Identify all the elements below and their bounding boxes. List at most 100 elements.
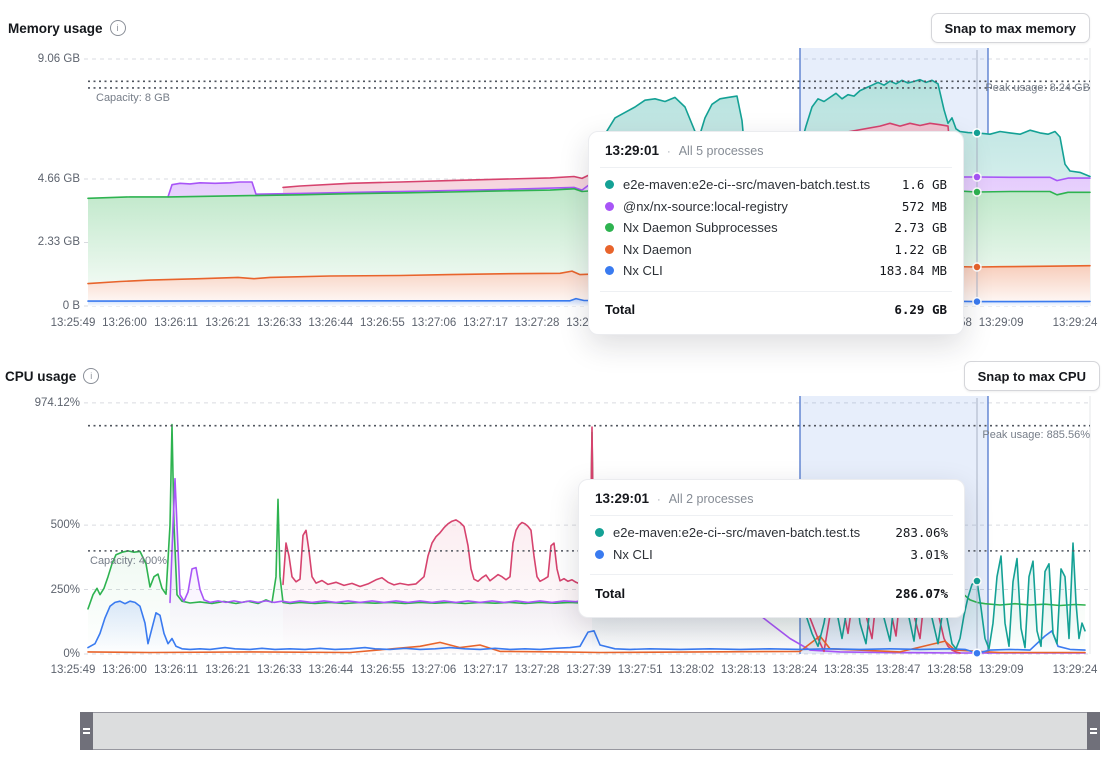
total-label: Total [605,302,635,317]
y-axis-tick-label: 0 B [63,300,80,312]
x-axis-tick-label: 13:26:21 [205,664,250,676]
x-axis-tick-label: 13:26:55 [360,317,405,329]
process-value: 183.84 MB [879,263,947,278]
process-value: 1.6 GB [902,177,947,192]
total-value: 6.29 GB [894,302,947,317]
tooltip-process-count: All 2 processes [669,492,754,506]
y-axis-tick-label: 9.06 GB [38,53,80,65]
tooltip-row: @nx/nx-source:local-registry 572 MB [605,196,947,218]
divider [590,574,953,575]
snap-to-max-memory-button[interactable]: Snap to max memory [931,13,1091,43]
tooltip-separator: · [657,494,661,506]
peak-line-label: Peak usage: 8.24 GB [985,82,1090,94]
x-axis-tick-label: 13:28:58 [927,664,972,676]
process-name: e2e-maven:e2e-ci--src/maven-batch.test.t… [623,177,893,192]
total-value: 286.07% [895,586,948,601]
series-color-dot [595,550,604,559]
process-name: Nx Daemon Subprocesses [623,220,885,235]
x-axis-tick-label: 13:27:06 [412,664,457,676]
series-color-dot [595,528,604,537]
x-axis-tick-label: 13:29:24 [1053,664,1098,676]
snap-to-max-cpu-button[interactable]: Snap to max CPU [964,361,1100,391]
x-axis-tick-label: 13:25:49 [51,664,96,676]
x-axis-tick-label: 13:26:11 [154,317,198,329]
tooltip-row: Nx Daemon 1.22 GB [605,239,947,261]
charts-canvas [0,0,1118,761]
process-value: 572 MB [902,199,947,214]
y-axis-tick-label: 250% [51,584,80,596]
tooltip-row: Nx CLI 183.84 MB [605,260,947,282]
tooltip-process-count: All 5 processes [679,144,764,158]
process-name: Nx Daemon [623,242,885,257]
process-value: 2.73 GB [894,220,947,235]
cpu-tooltip-header: 13:29:01 · All 2 processes [595,491,948,506]
process-value: 283.06% [895,525,948,540]
time-range-brush[interactable] [80,712,1100,750]
x-axis-tick-label: 13:29:09 [979,664,1024,676]
process-name: e2e-maven:e2e-ci--src/maven-batch.test.t… [613,525,886,540]
divider [600,167,952,168]
brush-right-handle[interactable] [1087,712,1100,750]
y-axis-tick-label: 4.66 GB [38,173,80,185]
cpu-info-icon[interactable]: i [83,368,99,384]
x-axis-tick-label: 13:28:47 [876,664,921,676]
profiler-page: { "buttons": { "snap_memory": "Snap to m… [0,0,1118,761]
process-value: 3.01% [910,547,948,562]
x-axis-tick-label: 13:29:09 [979,317,1024,329]
x-axis-tick-label: 13:26:00 [102,664,147,676]
x-axis-tick-label: 13:27:39 [566,664,611,676]
cpu-tooltip-rows: e2e-maven:e2e-ci--src/maven-batch.test.t… [595,522,948,565]
memory-tooltip: 13:29:01 · All 5 processes e2e-maven:e2e… [588,131,964,335]
cpu-tooltip: 13:29:01 · All 2 processes e2e-maven:e2e… [578,479,965,618]
memory-title-text: Memory usage [8,21,103,36]
y-axis-tick-label: 500% [51,519,80,531]
y-axis-tick-label: 0% [63,648,80,660]
x-axis-tick-label: 13:26:33 [257,317,302,329]
x-axis-tick-label: 13:26:21 [205,317,250,329]
tooltip-row: Nx CLI 3.01% [595,544,948,566]
memory-info-icon[interactable]: i [110,20,126,36]
x-axis-tick-label: 13:29:24 [1053,317,1098,329]
y-axis-tick-label: 974.12% [35,397,80,409]
series-color-dot [605,245,614,254]
x-axis-tick-label: 13:27:51 [618,664,663,676]
y-axis-tick-label: 2.33 GB [38,236,80,248]
memory-tooltip-header: 13:29:01 · All 5 processes [605,143,947,158]
memory-chart-title: Memory usage i [8,20,126,36]
brush-left-handle[interactable] [80,712,93,750]
series-color-dot [605,180,614,189]
tooltip-row: Nx Daemon Subprocesses 2.73 GB [605,217,947,239]
x-axis-tick-label: 13:26:33 [257,664,302,676]
x-axis-tick-label: 13:26:55 [360,664,405,676]
x-axis-tick-label: 13:28:13 [721,664,766,676]
tooltip-separator: · [667,146,671,158]
series-color-dot [605,202,614,211]
series-color-dot [605,223,614,232]
x-axis-tick-label: 13:26:44 [308,317,353,329]
process-name: Nx CLI [623,263,870,278]
cpu-title-text: CPU usage [5,369,76,384]
x-axis-tick-label: 13:28:02 [669,664,714,676]
process-name: Nx CLI [613,547,901,562]
x-axis-tick-label: 13:27:17 [463,664,508,676]
memory-tooltip-total: Total 6.29 GB [605,298,947,322]
tooltip-time: 13:29:01 [605,143,659,158]
tooltip-time: 13:29:01 [595,491,649,506]
capacity-line-label: Capacity: 8 GB [96,92,170,104]
tooltip-row: e2e-maven:e2e-ci--src/maven-batch.test.t… [605,174,947,196]
x-axis-tick-label: 13:27:28 [515,317,560,329]
x-axis-tick-label: 13:26:11 [154,664,198,676]
x-axis-tick-label: 13:27:28 [515,664,560,676]
x-axis-tick-label: 13:26:00 [102,317,147,329]
divider [600,291,952,292]
process-value: 1.22 GB [894,242,947,257]
tooltip-row: e2e-maven:e2e-ci--src/maven-batch.test.t… [595,522,948,544]
cpu-chart-title: CPU usage i [5,368,99,384]
divider [590,515,953,516]
cpu-tooltip-total: Total 286.07% [595,581,948,605]
x-axis-tick-label: 13:28:24 [772,664,817,676]
capacity-line-label: Capacity: 400% [90,555,167,567]
process-name: @nx/nx-source:local-registry [623,199,893,214]
peak-line-label: Peak usage: 885.56% [982,429,1090,441]
x-axis-tick-label: 13:27:17 [463,317,508,329]
